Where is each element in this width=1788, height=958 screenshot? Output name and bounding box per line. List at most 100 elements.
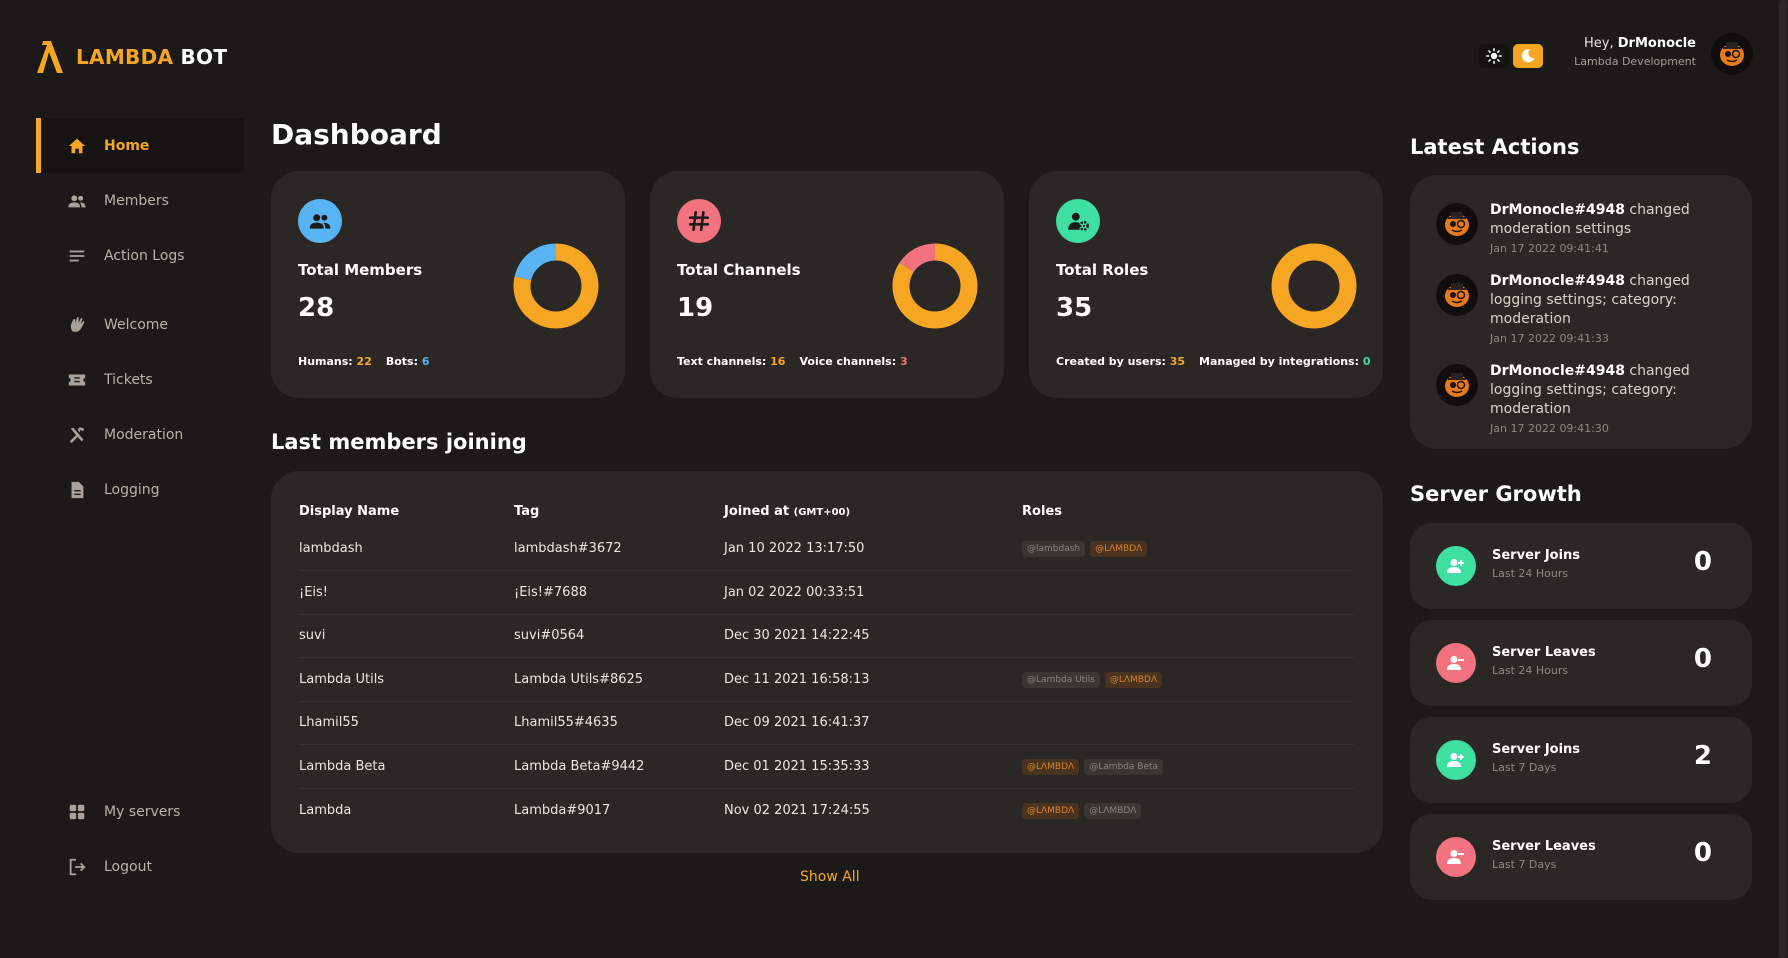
member-tag: suvi#0564 (514, 614, 724, 658)
monocle-avatar-icon (1720, 42, 1744, 66)
monocle-avatar-icon (1445, 373, 1469, 397)
growth-value: 0 (1693, 547, 1712, 577)
avatar (1436, 364, 1478, 406)
dark-theme-button[interactable] (1513, 44, 1543, 68)
document-icon (66, 479, 88, 501)
total-members-donut-chart (513, 243, 599, 329)
sidebar-item-my-servers[interactable]: My servers (36, 784, 244, 839)
brand-logo[interactable]: LAMBDA BOT (34, 40, 227, 74)
breakdown-label: Managed by integrations: (1199, 355, 1359, 368)
scrollbar-thumb[interactable] (1779, 0, 1787, 958)
person-add-icon (1436, 740, 1476, 780)
stat-value: 28 (298, 293, 335, 323)
list-icon (69, 250, 85, 261)
table-row[interactable]: suvi suvi#0564 Dec 30 2021 14:22:45 (299, 614, 1354, 658)
total-channels-donut-chart (892, 243, 978, 329)
brand-name: LAMBDA BOT (76, 45, 228, 69)
greeting-text: Hey, DrMonocle (1584, 36, 1696, 51)
sidebar-item-label: My servers (104, 803, 181, 820)
action-body: DrMonocle#4948 changed logging settings;… (1490, 272, 1726, 345)
sidebar-item-members[interactable]: Members (36, 173, 244, 228)
action-user: DrMonocle#4948 (1490, 363, 1625, 379)
stat-breakdown-item: Managed by integrations: 0 (1199, 355, 1370, 368)
column-header-tag: Tag (514, 503, 540, 519)
action-item: DrMonocle#4948 changed logging settings;… (1436, 362, 1726, 435)
table-row[interactable]: Lambda Beta Lambda Beta#9442 Dec 01 2021 1… (299, 744, 1354, 789)
home-icon (68, 138, 86, 153)
stat-value: 35 (1056, 293, 1093, 323)
action-text: DrMonocle#4948 changed moderation settin… (1490, 201, 1726, 239)
person-remove-icon (1436, 643, 1476, 683)
page-title: Dashboard (271, 118, 442, 151)
growth-label: Server Leaves (1492, 645, 1596, 660)
table-row[interactable]: Lambda Utils Lambda Utils#8625 Dec 11 2021… (299, 657, 1354, 702)
member-display-name: Lhamil55 (299, 701, 514, 745)
member-tag: Lambda Beta#9442 (514, 744, 724, 789)
breakdown-value: 22 (356, 355, 372, 368)
organization-name: Lambda Development (1574, 55, 1696, 68)
sidebar-item-welcome[interactable]: Welcome (36, 297, 244, 352)
stat-breakdown: Created by users: 35 Managed by integrati… (1056, 355, 1371, 368)
breakdown-label: Created by users: (1056, 355, 1166, 368)
sidebar-item-moderation[interactable]: Moderation (36, 407, 244, 462)
stat-label: Total Channels (677, 261, 801, 279)
member-tag: Lambda#9017 (514, 802, 611, 818)
stat-breakdown-item: Bots: 6 (386, 355, 430, 368)
member-joined-at: Dec 30 2021 14:22:45 (724, 614, 1022, 658)
person-remove-icon (1436, 837, 1476, 877)
growth-label: Server Joins (1492, 742, 1581, 757)
stat-breakdown: Humans: 22 Bots: 6 (298, 355, 430, 368)
sidebar-item-home[interactable]: Home (36, 118, 244, 173)
light-theme-button[interactable] (1479, 44, 1509, 68)
show-all-link[interactable]: Show All (800, 869, 860, 885)
tools-icon (66, 424, 88, 446)
tools-icon (69, 427, 85, 443)
total-channels-card: Total Channels 19 Text channels: 16 Voice c… (650, 171, 1004, 398)
member-joined-at: Dec 01 2021 15:35:33 (724, 744, 1022, 789)
role-pill: @LΛMBDΛ (1022, 802, 1080, 819)
member-display-name: Lambda Beta (299, 744, 514, 789)
person-add-icon (1447, 753, 1464, 767)
growth-card-leave: Server Leaves Last 7 Days 0 (1410, 814, 1752, 900)
sidebar-item-logout[interactable]: Logout (36, 839, 244, 894)
scrollbar[interactable] (1778, 0, 1788, 958)
members-icon (68, 194, 86, 207)
total-members-card: Total Members 28 Humans: 22 Bots: 6 (271, 171, 625, 398)
breakdown-value: 0 (1362, 355, 1371, 368)
table-row[interactable]: Lambda Lambda#9017 Nov 02 2021 17:24:55 @LΛ… (299, 788, 1354, 832)
sidebar-item-label: Welcome (104, 316, 169, 333)
sun-icon (1486, 48, 1502, 64)
action-timestamp: Jan 17 2022 09:41:41 (1490, 242, 1609, 255)
member-tag: Lhamil55#4635 (514, 701, 724, 745)
table-row[interactable]: Lhamil55 Lhamil55#4635 Dec 09 2021 16:41:3… (299, 701, 1354, 745)
table-row[interactable]: ¡Eis! ¡Eis!#7688 Jan 02 2022 00:33:51 (299, 570, 1354, 615)
action-text: DrMonocle#4948 changed logging settings;… (1490, 362, 1726, 419)
stat-label: Total Members (298, 261, 423, 279)
member-display-name: ¡Eis! (299, 570, 514, 615)
document-icon (71, 481, 84, 498)
breakdown-label: Voice channels: (799, 355, 897, 368)
members-card: Display Name Tag Joined at (GMT+00) Role… (271, 471, 1383, 853)
grid-icon (66, 801, 88, 823)
sidebar-item-action-logs[interactable]: Action Logs (36, 228, 244, 283)
lambda-logo-icon (37, 41, 63, 73)
stat-value: 19 (677, 293, 714, 323)
growth-value: 2 (1693, 741, 1712, 771)
person-add-icon (1436, 546, 1476, 586)
sidebar-item-logging[interactable]: Logging (36, 462, 244, 517)
avatar[interactable] (1711, 33, 1753, 75)
growth-value: 0 (1693, 838, 1712, 868)
theme-toggle[interactable] (1479, 44, 1543, 68)
members-icon (309, 214, 331, 229)
action-body: DrMonocle#4948 changed logging settings;… (1490, 362, 1726, 435)
person-remove-icon (1447, 656, 1464, 670)
sidebar-item-tickets[interactable]: Tickets (36, 352, 244, 407)
member-roles: @lambdash @LΛMBDΛ (1022, 527, 1354, 571)
sidebar-item-label: Logging (104, 481, 160, 498)
members-icon (298, 199, 342, 243)
column-header-joined: Joined at (GMT+00) (724, 503, 851, 519)
sidebar-item-label: Tickets (104, 371, 153, 388)
action-body: DrMonocle#4948 changed moderation settin… (1490, 201, 1726, 255)
growth-period: Last 7 Days (1492, 858, 1557, 871)
table-row[interactable]: lambdash lambdash#3672 Jan 10 2022 13:17:5… (299, 527, 1354, 571)
